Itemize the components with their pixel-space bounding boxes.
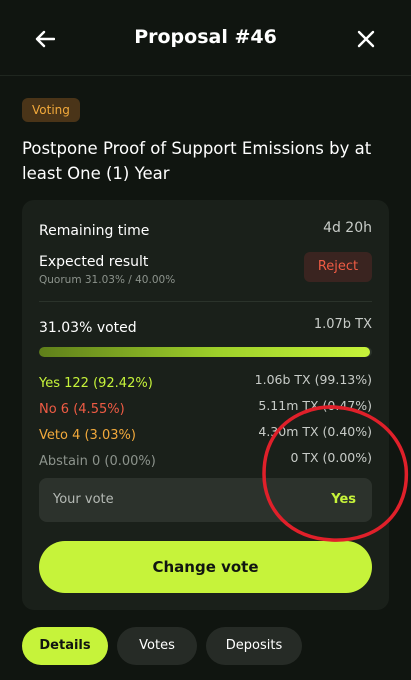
tally-label-no: No 6 (4.55%) [39, 402, 125, 417]
voted-row: 31.03% voted 1.07b TX [39, 317, 372, 337]
tally-value-veto: 4.30m TX (0.40%) [258, 424, 372, 439]
tally-label-abstain: Abstain 0 (0.00%) [39, 454, 156, 469]
vote-progress-fill [39, 347, 371, 357]
tally-row-abstain: Abstain 0 (0.00%) 0 TX (0.00%) [39, 450, 372, 469]
your-vote-box: Your vote Yes [39, 478, 372, 522]
tally-value-no: 5.11m TX (0.47%) [258, 398, 372, 413]
voted-label: 31.03% voted [39, 320, 137, 336]
status-badge: Voting [22, 98, 80, 122]
remaining-time-value: 4d 20h [323, 220, 372, 236]
divider [39, 301, 372, 302]
change-vote-button[interactable]: Change vote [39, 541, 372, 593]
remaining-time-row: Remaining time 4d 20h [39, 220, 372, 240]
expected-result-row: Expected result Quorum 31.03% / 40.00% R… [39, 252, 372, 294]
remaining-time-label: Remaining time [39, 223, 150, 239]
header: Proposal #46 [0, 0, 411, 76]
tab-deposits[interactable]: Deposits [206, 627, 302, 665]
close-icon [357, 30, 375, 48]
app: Proposal #46 Voting Postpone Proof of Su… [0, 0, 411, 680]
your-vote-value: Yes [331, 492, 356, 507]
tally-value-yes: 1.06b TX (99.13%) [254, 372, 372, 387]
close-button[interactable] [351, 24, 381, 54]
page-title: Proposal #46 [134, 26, 277, 48]
tab-votes[interactable]: Votes [117, 627, 197, 665]
tally-label-veto: Veto 4 (3.03%) [39, 428, 136, 443]
voting-card: Remaining time 4d 20h Expected result Qu… [22, 200, 389, 610]
vote-progress-bar [39, 347, 372, 357]
expected-result-badge: Reject [304, 252, 372, 282]
tally-row-no: No 6 (4.55%) 5.11m TX (0.47%) [39, 398, 372, 417]
tally-row-veto: Veto 4 (3.03%) 4.30m TX (0.40%) [39, 424, 372, 443]
your-vote-label: Your vote [53, 492, 114, 507]
proposal-title: Postpone Proof of Support Emissions by a… [22, 139, 372, 183]
tally-label-yes: Yes 122 (92.42%) [39, 376, 153, 391]
voted-total: 1.07b TX [313, 317, 372, 332]
tally-row-yes: Yes 122 (92.42%) 1.06b TX (99.13%) [39, 372, 372, 391]
tab-details[interactable]: Details [22, 627, 108, 665]
tally-value-abstain: 0 TX (0.00%) [290, 450, 372, 465]
